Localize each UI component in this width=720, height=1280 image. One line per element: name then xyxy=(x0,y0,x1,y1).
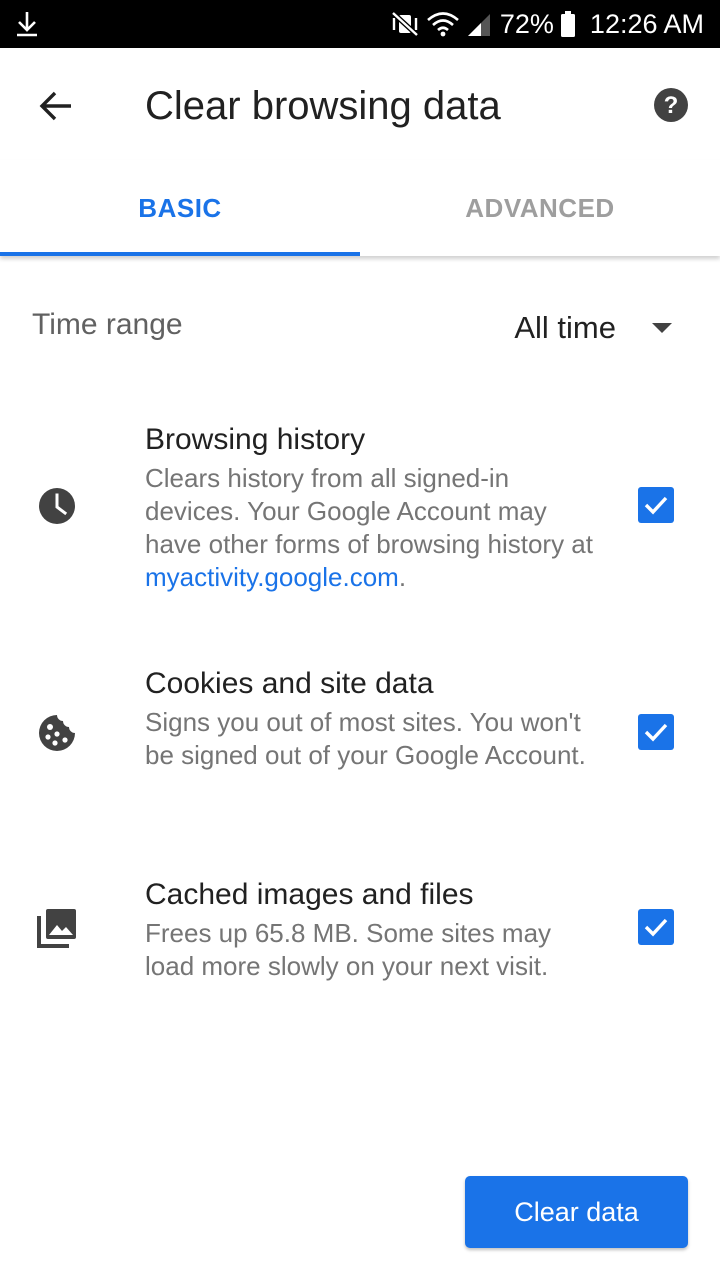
option-description: Signs you out of most sites. You won't b… xyxy=(145,707,586,770)
option-text: Cookies and site data Signs you out of m… xyxy=(145,664,595,772)
tab-bar: BASIC ADVANCED xyxy=(0,160,720,256)
clear-data-button[interactable]: Clear data xyxy=(465,1176,688,1248)
back-button[interactable] xyxy=(28,78,84,134)
clock-icon xyxy=(34,483,80,529)
help-icon: ? xyxy=(654,88,688,122)
option-description-text: Clears history from all signed-in device… xyxy=(145,463,593,559)
battery-icon xyxy=(560,11,575,37)
mute-vibrate-icon xyxy=(391,11,419,37)
option-title: Cookies and site data xyxy=(145,667,434,700)
photo-library-icon xyxy=(34,905,80,951)
checkmark-icon xyxy=(644,496,668,515)
option-cookies-site-data[interactable]: Cookies and site data Signs you out of m… xyxy=(0,664,720,810)
option-browsing-history[interactable]: Browsing history Clears history from all… xyxy=(0,420,720,600)
cookie-icon xyxy=(34,710,80,756)
time-range-dropdown[interactable]: All time xyxy=(514,300,672,356)
option-title: Cached images and files xyxy=(145,878,474,911)
dropdown-arrow-icon xyxy=(652,323,672,333)
back-arrow-icon xyxy=(39,91,71,121)
time-range-value: All time xyxy=(514,310,616,345)
tab-basic-label: BASIC xyxy=(138,192,222,223)
wifi-icon xyxy=(427,12,459,37)
download-icon xyxy=(17,12,37,37)
option-text: Browsing history Clears history from all… xyxy=(145,420,595,594)
option-title: Browsing history xyxy=(145,423,366,456)
tab-advanced-label: ADVANCED xyxy=(465,192,615,223)
browsing-history-checkbox[interactable] xyxy=(638,487,674,523)
time-range-label: Time range xyxy=(32,308,183,341)
help-button[interactable]: ? xyxy=(648,82,694,128)
tab-selected-indicator xyxy=(0,252,360,256)
svg-text:?: ? xyxy=(664,92,679,119)
cached-images-checkbox[interactable] xyxy=(638,909,674,945)
option-description: Clears history from all signed-in device… xyxy=(145,462,595,594)
tab-basic[interactable]: BASIC xyxy=(0,160,360,256)
page-title: Clear browsing data xyxy=(145,84,501,128)
option-description: Frees up 65.8 MB. Some sites may load mo… xyxy=(145,918,552,981)
app-bar: Clear browsing data ? xyxy=(0,48,720,160)
status-bar: 72% 12:26 AM xyxy=(0,0,720,48)
battery-percent: 72% xyxy=(499,8,554,39)
checkmark-icon xyxy=(644,723,668,742)
option-cached-images-files[interactable]: Cached images and files Frees up 65.8 MB… xyxy=(0,875,720,985)
cookies-checkbox[interactable] xyxy=(638,714,674,750)
option-text: Cached images and files Frees up 65.8 MB… xyxy=(145,875,595,983)
myactivity-link[interactable]: myactivity.google.com xyxy=(145,562,399,592)
time-range-row: Time range All time xyxy=(0,290,720,366)
tab-advanced[interactable]: ADVANCED xyxy=(360,160,720,256)
signal-icon xyxy=(467,14,490,36)
option-description-suffix: . xyxy=(398,562,407,592)
checkmark-icon xyxy=(644,918,668,937)
clock-time: 12:26 AM xyxy=(589,8,704,39)
